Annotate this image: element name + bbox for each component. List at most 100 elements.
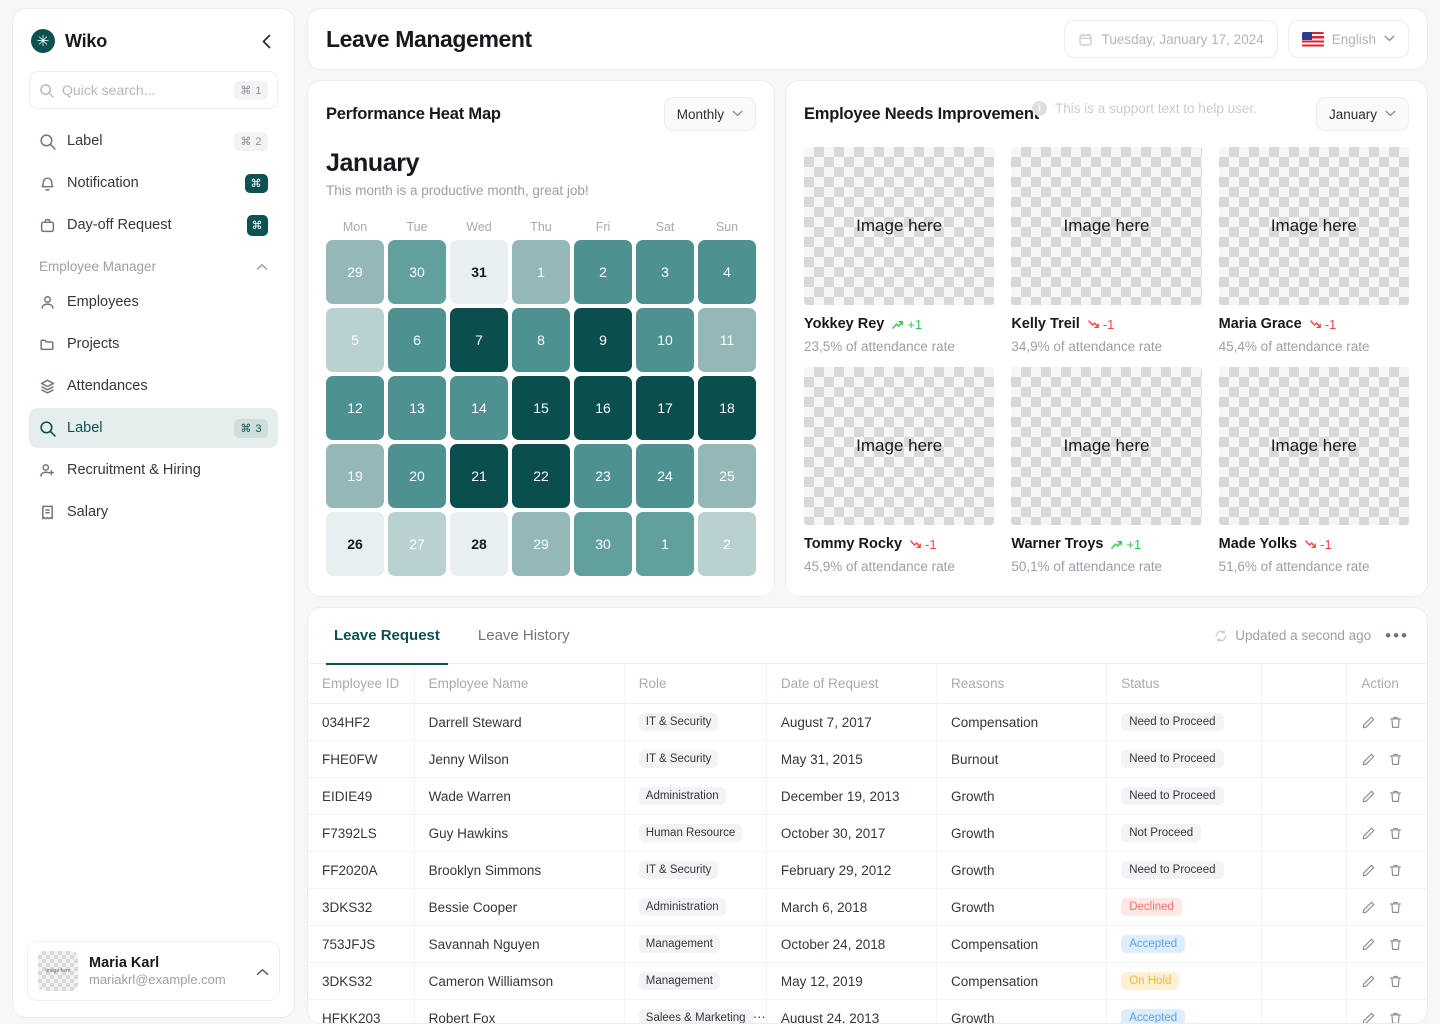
table-row[interactable]: 753JFJS Savannah Nguyen Management October … [308,925,1427,963]
heat-map-cell[interactable]: 22 [512,444,570,508]
edit-icon[interactable] [1361,752,1376,767]
heat-map-cell[interactable]: 4 [698,240,756,304]
heat-map-cell[interactable]: 25 [698,444,756,508]
table-row[interactable]: FF2020A Brooklyn Simmons IT & Security Febr… [308,851,1427,889]
delete-icon[interactable] [1388,1011,1403,1023]
image-placeholder-text: Image here [1063,436,1150,455]
employee-card[interactable]: Image here Kelly Treil -1 34,9% of attendan… [1011,147,1202,354]
heat-map-cell[interactable]: 29 [326,240,384,304]
heat-map-cell[interactable]: 5 [326,308,384,372]
heat-map-cell[interactable]: 3 [636,240,694,304]
employee-card[interactable]: Image here Tommy Rocky -1 45,9% of attendan… [804,367,995,574]
sidebar-item-day-off-request[interactable]: Day-off Request ⌘ [29,205,278,245]
heat-map-cell[interactable]: 14 [450,376,508,440]
heat-map-cell[interactable]: 6 [388,308,446,372]
edit-icon[interactable] [1361,900,1376,915]
heat-map-cell[interactable]: 29 [512,512,570,576]
sidebar-item-label-top[interactable]: Label ⌘ 2 [29,121,278,161]
heat-map-cell[interactable]: 15 [512,376,570,440]
heat-map-cell[interactable]: 1 [636,512,694,576]
edit-icon[interactable] [1361,937,1376,952]
cell-reason: Growth [936,814,1108,852]
sidebar-nav: Employees Projects Attendances Label ⌘ 3… [13,282,294,534]
heat-map-cell[interactable]: 2 [574,240,632,304]
more-options-button[interactable]: ••• [1385,626,1409,646]
employee-card[interactable]: Image here Maria Grace -1 45,4% of attendan… [1218,147,1409,354]
table-row[interactable]: 034HF2 Darrell Steward IT & Security August… [308,703,1427,741]
heat-map-cell[interactable]: 20 [388,444,446,508]
cell-employee-id: 3DKS32 [308,888,415,926]
status-badge: Need to Proceed [1121,861,1224,879]
search-input[interactable]: Quick search... ⌘ 1 [29,71,278,109]
heat-map-cell[interactable]: 12 [326,376,384,440]
heat-map-cell[interactable]: 28 [450,512,508,576]
heat-map-cell[interactable]: 18 [698,376,756,440]
heat-map-cell[interactable]: 8 [512,308,570,372]
delete-icon[interactable] [1388,937,1403,952]
edit-icon[interactable] [1361,789,1376,804]
tab-leave-request[interactable]: Leave Request [326,609,448,665]
heat-map-cell[interactable]: 30 [574,512,632,576]
employee-card[interactable]: Image here Warner Troys +1 50,1% of attenda… [1011,367,1202,574]
heat-map-cell[interactable]: 16 [574,376,632,440]
tab-leave-history[interactable]: Leave History [470,609,578,665]
heat-map-cell[interactable]: 24 [636,444,694,508]
edit-icon[interactable] [1361,1011,1376,1023]
heat-map-cell[interactable]: 27 [388,512,446,576]
employee-card[interactable]: Image here Made Yolks -1 51,6% of attendanc… [1218,367,1409,574]
table-row[interactable]: F7392LS Guy Hawkins Human Resource October … [308,814,1427,852]
heat-map-range-selector[interactable]: Monthly [663,97,756,131]
cell-action [1346,925,1427,963]
sidebar-item-attendances[interactable]: Attendances [29,366,278,406]
heat-map-cell[interactable]: 2 [698,512,756,576]
edit-icon[interactable] [1361,863,1376,878]
heat-map-cell[interactable]: 30 [388,240,446,304]
delete-icon[interactable] [1388,789,1403,804]
cell-role: IT & Security [624,851,767,889]
layers-icon [40,379,55,394]
delete-icon[interactable] [1388,863,1403,878]
sidebar-item-projects[interactable]: Projects [29,324,278,364]
needs-month-selector[interactable]: January [1315,97,1409,131]
table-row[interactable]: EIDIE49 Wade Warren Administration December… [308,777,1427,815]
table-row[interactable]: 3DKS32 Cameron Williamson Management May 12… [308,962,1427,1000]
edit-icon[interactable] [1361,974,1376,989]
heat-map-cell[interactable]: 9 [574,308,632,372]
table-row[interactable]: HFKK203 Robert Fox Salees & Marketing Augus… [308,999,1427,1023]
sidebar-item-salary[interactable]: Salary [29,492,278,532]
heat-map-cell[interactable]: 23 [574,444,632,508]
delete-icon[interactable] [1388,752,1403,767]
sidebar-item-recruitment-hiring[interactable]: Recruitment & Hiring [29,450,278,490]
language-selector[interactable]: English [1287,20,1409,58]
sidebar-header: ✳ Wiko [13,9,294,67]
heat-map-cell[interactable]: 31 [450,240,508,304]
sidebar-item-label[interactable]: Label ⌘ 3 [29,408,278,448]
edit-icon[interactable] [1361,715,1376,730]
sidebar-collapse-button[interactable] [256,31,276,51]
employee-card[interactable]: Image here Yokkey Rey +1 23,5% of attendanc… [804,147,995,354]
sidebar-item-employees[interactable]: Employees [29,282,278,322]
table-row[interactable]: 3DKS32 Bessie Cooper Administration March 6… [308,888,1427,926]
employee-name-row: Made Yolks -1 [1219,536,1409,552]
employee-name: Warner Troys [1011,536,1104,552]
sidebar-item-notification[interactable]: Notification ⌘ [29,163,278,203]
heat-map-cell[interactable]: 19 [326,444,384,508]
sidebar-group-employee-manager[interactable]: Employee Manager [13,247,294,282]
heat-map-cell[interactable]: 17 [636,376,694,440]
heat-map-cell[interactable]: 1 [512,240,570,304]
heat-map-cell[interactable]: 7 [450,308,508,372]
heat-map-cell[interactable]: 26 [326,512,384,576]
date-picker[interactable]: Tuesday, January 17, 2024 [1063,20,1278,58]
edit-icon[interactable] [1361,826,1376,841]
main-content: Leave Management Tuesday, January 17, 20… [295,0,1440,1024]
delete-icon[interactable] [1388,715,1403,730]
heat-map-cell[interactable]: 10 [636,308,694,372]
heat-map-cell[interactable]: 11 [698,308,756,372]
user-profile-button[interactable]: Image here Maria Karl mariakrl@example.c… [27,941,280,1001]
table-row[interactable]: FHE0FW Jenny Wilson IT & Security May 31, 2… [308,740,1427,778]
delete-icon[interactable] [1388,900,1403,915]
heat-map-cell[interactable]: 13 [388,376,446,440]
delete-icon[interactable] [1388,826,1403,841]
delete-icon[interactable] [1388,974,1403,989]
heat-map-cell[interactable]: 21 [450,444,508,508]
